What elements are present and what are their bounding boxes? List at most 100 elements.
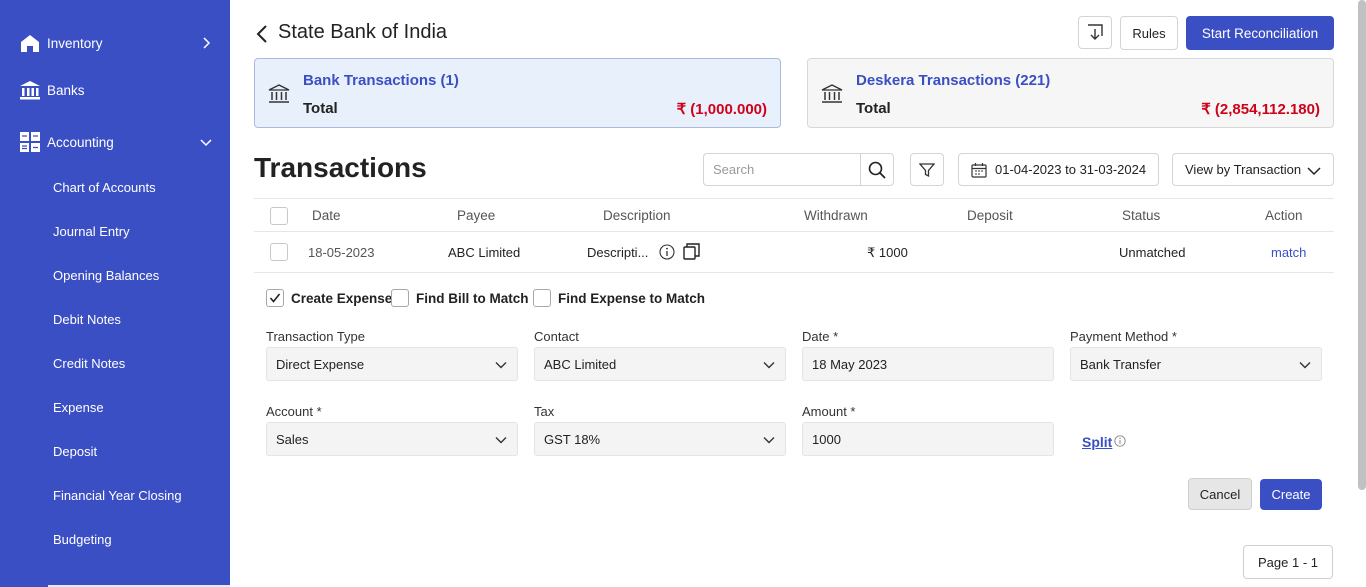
card-total-label: Total bbox=[303, 100, 338, 117]
scrollbar[interactable] bbox=[1358, 0, 1366, 490]
contact-select[interactable]: ABC Limited bbox=[534, 347, 786, 381]
sidebar-subitem-label: Financial Year Closing bbox=[53, 487, 182, 503]
sidebar-subitem-chart-of-accounts[interactable]: Chart of Accounts bbox=[0, 172, 230, 202]
chevron-down-icon bbox=[763, 437, 775, 444]
copy-icon[interactable] bbox=[683, 243, 700, 260]
sidebar-subitem-deposit[interactable]: Deposit bbox=[0, 436, 230, 466]
amount-field[interactable]: 1000 bbox=[802, 422, 1054, 456]
payment-method-select[interactable]: Bank Transfer bbox=[1070, 347, 1322, 381]
date-range-value: 01-04-2023 to 31-03-2024 bbox=[995, 162, 1147, 177]
sidebar-subitem-expense[interactable]: Expense bbox=[0, 392, 230, 422]
info-icon[interactable] bbox=[1114, 435, 1126, 447]
download-icon bbox=[1088, 23, 1103, 40]
date-field[interactable]: 18 May 2023 bbox=[802, 347, 1054, 381]
search-icon bbox=[868, 161, 886, 179]
create-expense-checkbox[interactable] bbox=[266, 289, 284, 307]
download-button[interactable] bbox=[1078, 16, 1112, 49]
sidebar-subitem-debit-notes[interactable]: Debit Notes bbox=[0, 304, 230, 334]
account-value: Sales bbox=[276, 431, 309, 447]
find-bill-option[interactable]: Find Bill to Match bbox=[391, 289, 529, 307]
chevron-right-icon bbox=[198, 35, 214, 51]
split-link[interactable]: Split bbox=[1082, 434, 1112, 450]
tax-select[interactable]: GST 18% bbox=[534, 422, 786, 456]
grid-icon bbox=[19, 131, 41, 153]
card-title: Deskera Transactions (221) bbox=[856, 72, 1051, 89]
column-header-description: Description bbox=[603, 208, 671, 223]
column-header-payee: Payee bbox=[457, 208, 496, 223]
contact-label: Contact bbox=[534, 329, 579, 344]
view-by-select[interactable]: View by Transaction bbox=[1172, 153, 1334, 186]
row-checkbox[interactable] bbox=[270, 243, 288, 261]
sidebar: Inventory Banks Accounting Chart of Acco… bbox=[0, 0, 230, 587]
payment-method-label: Payment Method * bbox=[1070, 329, 1177, 344]
row-payee: ABC Limited bbox=[448, 245, 521, 260]
create-expense-option[interactable]: Create Expense bbox=[266, 289, 392, 307]
select-all-checkbox[interactable] bbox=[270, 207, 288, 225]
sidebar-subitem-label: Opening Balances bbox=[53, 267, 160, 283]
chevron-down-icon bbox=[1299, 362, 1311, 369]
sidebar-subitem-label: Debit Notes bbox=[53, 311, 121, 327]
find-expense-checkbox[interactable] bbox=[533, 289, 551, 307]
row-description: Descripti... bbox=[587, 245, 649, 260]
column-header-action: Action bbox=[1265, 208, 1303, 223]
sidebar-subitem-opening-balances[interactable]: Opening Balances bbox=[0, 260, 230, 290]
bank-icon bbox=[19, 79, 41, 101]
find-expense-option[interactable]: Find Expense to Match bbox=[533, 289, 705, 307]
sidebar-item-accounting[interactable]: Accounting bbox=[0, 124, 230, 160]
sidebar-subitem-budgeting[interactable]: Budgeting bbox=[0, 524, 230, 554]
sidebar-subitem-credit-notes[interactable]: Credit Notes bbox=[0, 348, 230, 378]
app-root: Inventory Banks Accounting Chart of Acco… bbox=[0, 0, 1366, 587]
bank-icon bbox=[821, 84, 843, 103]
card-title: Bank Transactions (1) bbox=[303, 72, 459, 89]
view-by-value: View by Transaction bbox=[1185, 162, 1302, 177]
chevron-down-icon bbox=[495, 437, 507, 444]
page-title: State Bank of India bbox=[278, 21, 448, 43]
contact-value: ABC Limited bbox=[544, 356, 617, 372]
info-icon[interactable] bbox=[659, 244, 675, 260]
sidebar-item-label: Accounting bbox=[47, 134, 114, 150]
table-header: Date Payee Description Withdrawn Deposit… bbox=[254, 198, 1334, 232]
find-expense-label: Find Expense to Match bbox=[558, 290, 706, 306]
sidebar-subitem-journal-entry[interactable]: Journal Entry bbox=[0, 216, 230, 246]
payment-method-value: Bank Transfer bbox=[1080, 356, 1161, 372]
card-total-label: Total bbox=[856, 100, 891, 117]
find-bill-checkbox[interactable] bbox=[391, 289, 409, 307]
filter-button[interactable] bbox=[910, 153, 944, 186]
amount-label: Amount * bbox=[802, 404, 856, 419]
tax-label: Tax bbox=[534, 404, 555, 419]
date-range-picker[interactable]: 01-04-2023 to 31-03-2024 bbox=[958, 153, 1159, 186]
sidebar-subitem-label: Chart of Accounts bbox=[53, 179, 156, 195]
deskera-transactions-card[interactable]: Deskera Transactions (221) Total ₹ (2,85… bbox=[807, 58, 1334, 128]
sidebar-subitem-financial-year-closing[interactable]: Financial Year Closing bbox=[0, 480, 230, 510]
chevron-down-icon bbox=[1307, 167, 1321, 176]
column-header-withdrawn: Withdrawn bbox=[804, 208, 868, 223]
date-label: Date * bbox=[802, 329, 839, 344]
create-expense-label: Create Expense bbox=[291, 290, 393, 306]
search-input[interactable] bbox=[703, 153, 861, 186]
table-row: 18-05-2023 ABC Limited Descripti... ₹ 10… bbox=[254, 232, 1334, 273]
bank-transactions-card[interactable]: Bank Transactions (1) Total ₹ (1,000.000… bbox=[254, 58, 781, 128]
account-select[interactable]: Sales bbox=[266, 422, 518, 456]
transaction-type-select[interactable]: Direct Expense bbox=[266, 347, 518, 381]
search-button[interactable] bbox=[860, 153, 894, 186]
create-button[interactable]: Create bbox=[1260, 479, 1322, 510]
cancel-button[interactable]: Cancel bbox=[1188, 478, 1252, 510]
transaction-type-label: Transaction Type bbox=[266, 329, 365, 344]
match-link[interactable]: match bbox=[1271, 245, 1306, 260]
back-button[interactable] bbox=[252, 22, 272, 46]
calendar-icon bbox=[971, 163, 987, 178]
filter-icon bbox=[919, 162, 935, 177]
sidebar-subitem-label: Expense bbox=[53, 399, 104, 415]
start-reconciliation-button[interactable]: Start Reconciliation bbox=[1186, 16, 1334, 50]
chevron-down-icon bbox=[495, 362, 507, 369]
account-label: Account * bbox=[266, 404, 322, 419]
sidebar-item-inventory[interactable]: Inventory bbox=[0, 25, 230, 61]
column-header-deposit: Deposit bbox=[967, 208, 1013, 223]
sidebar-subitem-label: Journal Entry bbox=[53, 223, 130, 239]
transaction-type-value: Direct Expense bbox=[276, 356, 365, 372]
date-value: 18 May 2023 bbox=[812, 356, 888, 372]
sidebar-item-banks[interactable]: Banks bbox=[0, 72, 230, 108]
card-total-value: ₹ (1,000.000) bbox=[676, 101, 767, 118]
sidebar-subitem-label: Budgeting bbox=[53, 531, 112, 547]
rules-button[interactable]: Rules bbox=[1120, 16, 1178, 50]
